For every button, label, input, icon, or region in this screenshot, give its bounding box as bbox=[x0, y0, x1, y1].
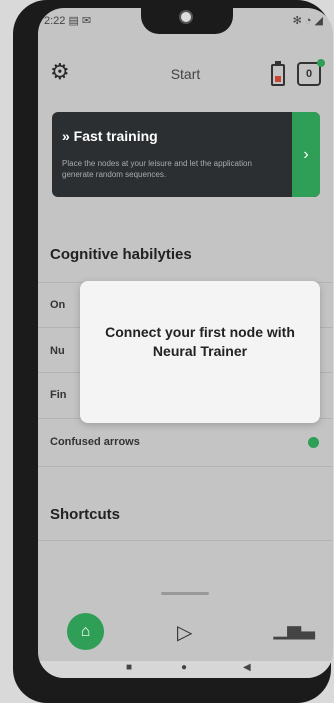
home-icon[interactable]: ⌂ bbox=[67, 613, 104, 650]
play-icon[interactable]: ▷ bbox=[177, 620, 192, 645]
phone-frame: 2:22 ▤ ✉ ✻ ◔ ◢ ⚙ Start 0 » Fast training… bbox=[13, 0, 333, 703]
node-count: 0 bbox=[305, 68, 313, 80]
status-dot-icon bbox=[308, 437, 319, 448]
fast-training-title: » Fast training bbox=[62, 128, 158, 144]
bar-chart-icon[interactable]: ▁▅▃ bbox=[273, 619, 315, 640]
list-item-label: Fin bbox=[50, 389, 67, 401]
node-status-dot bbox=[317, 59, 325, 67]
status-time: 2:22 ▤ ✉ bbox=[44, 14, 91, 27]
page-title: Start bbox=[170, 66, 201, 82]
list-item[interactable]: Confused arrows bbox=[38, 426, 333, 458]
list-item-label: On bbox=[50, 299, 66, 311]
fast-training-description: Place the nodes at your leisure and let … bbox=[62, 159, 252, 179]
chevron-right-icon[interactable]: › bbox=[292, 112, 320, 197]
home-button[interactable]: ● bbox=[181, 662, 187, 673]
bottom-nav: ⌂ ▷ ▁▅▃ bbox=[38, 606, 333, 661]
cognitive-section-title: Cognitive habilyties bbox=[50, 246, 192, 263]
status-icons-right: ✻ ◔ ◢ bbox=[292, 15, 323, 27]
app-screen: 2:22 ▤ ✉ ✻ ◔ ◢ ⚙ Start 0 » Fast training… bbox=[38, 8, 333, 678]
camera-notch bbox=[141, 8, 233, 34]
system-nav-bar: ■ ● ◀ bbox=[38, 661, 333, 678]
divider bbox=[38, 540, 333, 541]
dialog-message: Connect your first node with Neural Trai… bbox=[105, 324, 295, 359]
status-icons-left: ▤ ✉ bbox=[68, 15, 92, 27]
fast-training-card[interactable]: » Fast training Place the nodes at your … bbox=[52, 112, 320, 197]
camera-icon bbox=[179, 10, 193, 24]
top-bar: ⚙ Start 0 bbox=[38, 56, 333, 96]
recents-button[interactable]: ■ bbox=[126, 662, 132, 673]
back-button[interactable]: ◀ bbox=[243, 662, 251, 673]
connect-node-dialog[interactable]: Connect your first node with Neural Trai… bbox=[80, 281, 320, 423]
list-item-label: Nu bbox=[50, 345, 65, 357]
list-item-label: Confused arrows bbox=[50, 436, 140, 448]
shortcuts-section-title: Shortcuts bbox=[50, 506, 121, 523]
sheet-handle[interactable] bbox=[161, 592, 209, 595]
battery-icon[interactable] bbox=[271, 61, 285, 86]
divider bbox=[38, 466, 333, 467]
status-time-text: 2:22 bbox=[44, 15, 66, 27]
